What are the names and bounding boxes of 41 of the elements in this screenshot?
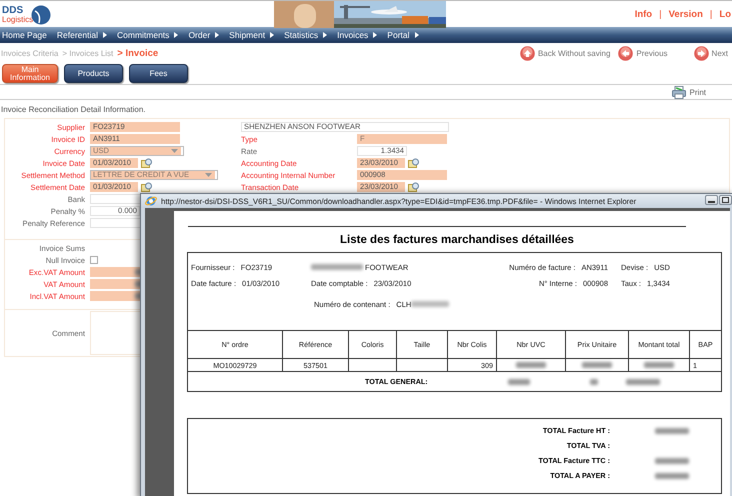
menu-item[interactable]: Commitments bbox=[117, 30, 170, 40]
print-link[interactable]: Print bbox=[690, 88, 706, 96]
separator: | bbox=[710, 9, 712, 20]
printer-icon[interactable] bbox=[672, 86, 686, 98]
separator: | bbox=[659, 9, 662, 20]
menu-item[interactable]: Statistics bbox=[284, 30, 318, 40]
tab[interactable]: Fees bbox=[129, 64, 188, 83]
calendar-icon[interactable] bbox=[408, 182, 419, 192]
calendar-icon[interactable] bbox=[141, 182, 152, 192]
tab[interactable]: Products bbox=[64, 64, 123, 83]
nav-link[interactable]: Next bbox=[712, 49, 728, 58]
dropdown-arrow-icon bbox=[205, 173, 212, 177]
calendar-icon[interactable] bbox=[408, 158, 419, 168]
logo-subtitle: Logistics bbox=[2, 14, 34, 24]
globe-icon bbox=[31, 4, 52, 24]
breadcrumb-current: > Invoice bbox=[117, 48, 158, 59]
minimize-button[interactable] bbox=[705, 195, 718, 205]
menu-item[interactable]: Order bbox=[188, 30, 210, 40]
redacted-value bbox=[626, 378, 660, 384]
dropdown-arrow-icon bbox=[171, 149, 178, 153]
menu-item[interactable]: Invoices bbox=[337, 30, 368, 40]
redacted-value bbox=[590, 378, 598, 384]
calendar-icon[interactable] bbox=[141, 158, 152, 168]
tab[interactable]: Main Information bbox=[2, 64, 58, 83]
section-title: Invoice Reconciliation Detail Information. bbox=[1, 105, 147, 115]
checkbox[interactable] bbox=[90, 256, 98, 264]
logo-title: DDS bbox=[2, 6, 24, 14]
menu-item[interactable]: Home Page bbox=[2, 30, 47, 40]
menu-item[interactable]: Referential bbox=[56, 30, 98, 40]
nav-link[interactable]: Previous bbox=[636, 49, 668, 58]
header-link[interactable]: Version bbox=[668, 9, 703, 20]
maximize-icon bbox=[722, 197, 729, 203]
browser-icon bbox=[145, 195, 157, 207]
nav-link[interactable]: Back Without saving bbox=[538, 49, 610, 58]
maximize-button[interactable] bbox=[719, 195, 732, 205]
header-link[interactable]: Lo bbox=[719, 9, 731, 20]
document-title: Liste des factures marchandises détaillées bbox=[188, 226, 686, 252]
header-link[interactable]: Info bbox=[634, 9, 652, 20]
redacted-value bbox=[508, 378, 530, 384]
menu-item[interactable]: Shipment bbox=[229, 30, 266, 40]
menu-item[interactable]: Portal bbox=[387, 30, 410, 40]
